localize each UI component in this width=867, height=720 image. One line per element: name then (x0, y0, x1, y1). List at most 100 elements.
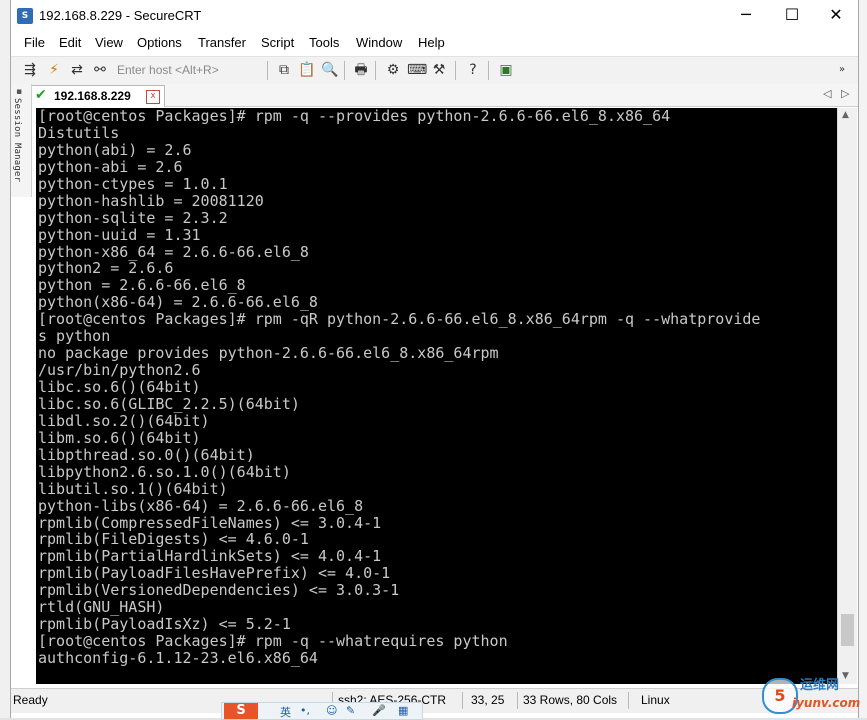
terminal-line: python-sqlite = 2.3.2 (38, 208, 228, 227)
scrollbar-thumb[interactable] (841, 614, 854, 646)
ime-mic-icon[interactable]: 🎤 (372, 704, 386, 717)
copy-icon[interactable]: ⧉ (275, 61, 293, 79)
maximize-button[interactable]: ☐ (769, 0, 815, 30)
scroll-up-icon[interactable]: ▲ (842, 110, 849, 120)
terminal-line: rtld(GNU_HASH) (38, 598, 165, 617)
status-os: Linux (641, 693, 670, 707)
terminal-line: [root@centos Packages]# rpm -q --whatreq… (38, 632, 508, 651)
terminal-line: Distutils (38, 123, 120, 142)
menu-script[interactable]: Script (261, 35, 294, 50)
toolbar-separator (344, 61, 345, 80)
terminal-line: python-uuid = 1.31 (38, 225, 201, 244)
minimize-button[interactable]: ─ (723, 0, 769, 30)
menu-tools[interactable]: Tools (309, 35, 339, 50)
terminal-line: libm.so.6()(64bit) (38, 428, 201, 447)
quick-connect-icon[interactable]: ⚡ (45, 61, 63, 79)
menu-help[interactable]: Help (418, 35, 445, 50)
ime-pen-icon[interactable]: ✎ (346, 704, 355, 717)
terminal-view[interactable]: [root@centos Packages]# rpm -q --provide… (36, 108, 837, 684)
options-monitor-icon[interactable]: ▣ (497, 61, 515, 79)
toolbar-overflow-icon[interactable]: » (833, 61, 851, 79)
status-size: 33 Rows, 80 Cols (523, 693, 618, 707)
terminal-line: libutil.so.1()(64bit) (38, 479, 228, 498)
tab-session[interactable]: ✔ 192.168.8.229 x (31, 85, 165, 107)
site-watermark: 5 运维网 iyunv.com (762, 672, 865, 718)
status-bar: Ready ssh2: AES-256-CTR 33, 25 33 Rows, … (11, 688, 858, 713)
terminal-line: libpthread.so.0()(64bit) (38, 445, 255, 464)
status-separator (628, 692, 629, 709)
pin-icon[interactable]: ▪ (16, 87, 22, 97)
terminal-line: python(x86-64) = 2.6.6-66.el6_8 (38, 293, 318, 312)
status-cursor-position: 33, 25 (471, 693, 505, 707)
terminal-line: python-hashlib = 20081120 (38, 191, 264, 210)
settings-gear-icon[interactable]: ⚙ (384, 61, 402, 79)
close-window-button[interactable]: ✕ (813, 0, 859, 30)
session-manager-strip[interactable]: ▪ Session Manager (11, 84, 32, 197)
window-title: 192.168.8.229 - SecureCRT (39, 8, 202, 23)
toolbar-separator (267, 61, 268, 80)
sftp-icon[interactable]: ⚒ (430, 61, 448, 79)
terminal-line: python-ctypes = 1.0.1 (38, 174, 228, 193)
help-icon[interactable]: ? (464, 61, 482, 79)
keymap-icon[interactable]: ⌨ (407, 61, 427, 79)
ime-punct-icon[interactable]: •, (300, 704, 310, 717)
menu-file[interactable]: File (24, 35, 45, 50)
tab-scroll-right-icon[interactable]: ▷ (841, 87, 849, 100)
menu-view[interactable]: View (95, 35, 123, 50)
terminal-line: libc.so.6()(64bit) (38, 378, 201, 396)
toolbar-separator (455, 61, 456, 80)
sogou-logo-icon[interactable]: S (224, 703, 258, 719)
terminal-line: authconfig-6.1.12-23.el6.x86_64 (38, 649, 318, 667)
terminal-line: /usr/bin/python2.6 (38, 361, 201, 380)
terminal-line: rpmlib(PayloadFilesHavePrefix) <= 4.0-1 (38, 564, 391, 583)
toolbar-separator (488, 61, 489, 80)
terminal-line: python2 = 2.6.6 (38, 259, 174, 278)
toolbar-separator (375, 61, 376, 80)
reconnect-icon[interactable]: ⇄ (68, 61, 86, 79)
terminal-line: python(abi) = 2.6 (38, 140, 192, 159)
terminal-line: libpython2.6.so.1.0()(64bit) (38, 462, 291, 481)
terminal-line: libdl.so.2()(64bit) (38, 411, 210, 430)
terminal-line: [root@centos Packages]# rpm -q --provide… (38, 108, 671, 125)
menu-window[interactable]: Window (356, 35, 402, 50)
tab-scroll-left-icon[interactable]: ◁ (823, 87, 831, 100)
terminal-line: rpmlib(CompressedFileNames) <= 3.0.4-1 (38, 513, 382, 532)
connect-bar-icon[interactable]: ⇶ (21, 61, 39, 79)
terminal-line: python-abi = 2.6 (38, 157, 183, 176)
terminal-scrollbar[interactable]: ▲ ▼ (837, 108, 857, 684)
terminal-line: rpmlib(PartialHardlinkSets) <= 4.0.4-1 (38, 547, 382, 566)
toolbar: ⇶ ⚡ ⇄ ⚯ Enter host <Alt+R> ⧉ 📋 🔍 🖶 ⚙ ⌨ ⚒… (11, 56, 858, 85)
find-icon[interactable]: 🔍 (321, 61, 339, 79)
terminal-line: python = 2.6.6-66.el6_8 (38, 276, 246, 295)
status-separator (462, 692, 463, 709)
menu-bar: File Edit View Options Transfer Script T… (11, 32, 858, 54)
securecrt-icon: S (17, 8, 33, 24)
tab-label: 192.168.8.229 (54, 89, 131, 103)
disconnect-icon[interactable]: ⚯ (91, 61, 109, 79)
terminal-line: [root@centos Packages]# rpm -qR python-2… (38, 310, 761, 329)
terminal-line: s python (38, 327, 111, 346)
terminal-line: libc.so.6(GLIBC_2.2.5)(64bit) (38, 394, 300, 413)
ime-emoji-icon[interactable]: ☺ (326, 704, 337, 717)
terminal-line: rpmlib(VersionedDependencies) <= 3.0.3-1 (38, 581, 400, 600)
connected-check-icon: ✔ (35, 87, 47, 103)
ime-grid-icon[interactable]: ▦ (398, 704, 408, 717)
menu-options[interactable]: Options (137, 35, 182, 50)
tab-bar: ✔ 192.168.8.229 x ◁ ▷ (11, 84, 858, 107)
watermark-en: iyunv.com (792, 696, 861, 710)
tab-close-icon[interactable]: x (146, 90, 160, 104)
status-ready: Ready (13, 693, 48, 707)
paste-icon[interactable]: 📋 (298, 61, 316, 79)
terminal-output: [root@centos Packages]# rpm -q --provide… (36, 108, 837, 667)
session-manager-label: Session Manager (12, 98, 22, 183)
ime-toolbar[interactable]: S 英 •, ☺ ✎ 🎤 ▦ (221, 702, 423, 720)
terminal-line: python-x86_64 = 2.6.6-66.el6_8 (38, 242, 309, 261)
menu-edit[interactable]: Edit (59, 35, 81, 50)
menu-transfer[interactable]: Transfer (198, 35, 246, 50)
print-icon[interactable]: 🖶 (352, 61, 370, 79)
terminal-line: no package provides python-2.6.6-66.el6_… (38, 344, 499, 363)
status-separator (517, 692, 518, 709)
terminal-line: python-libs(x86-64) = 2.6.6-66.el6_8 (38, 496, 364, 515)
terminal-line: rpmlib(PayloadIsXz) <= 5.2-1 (38, 615, 291, 634)
host-input[interactable]: Enter host <Alt+R> (117, 61, 262, 79)
